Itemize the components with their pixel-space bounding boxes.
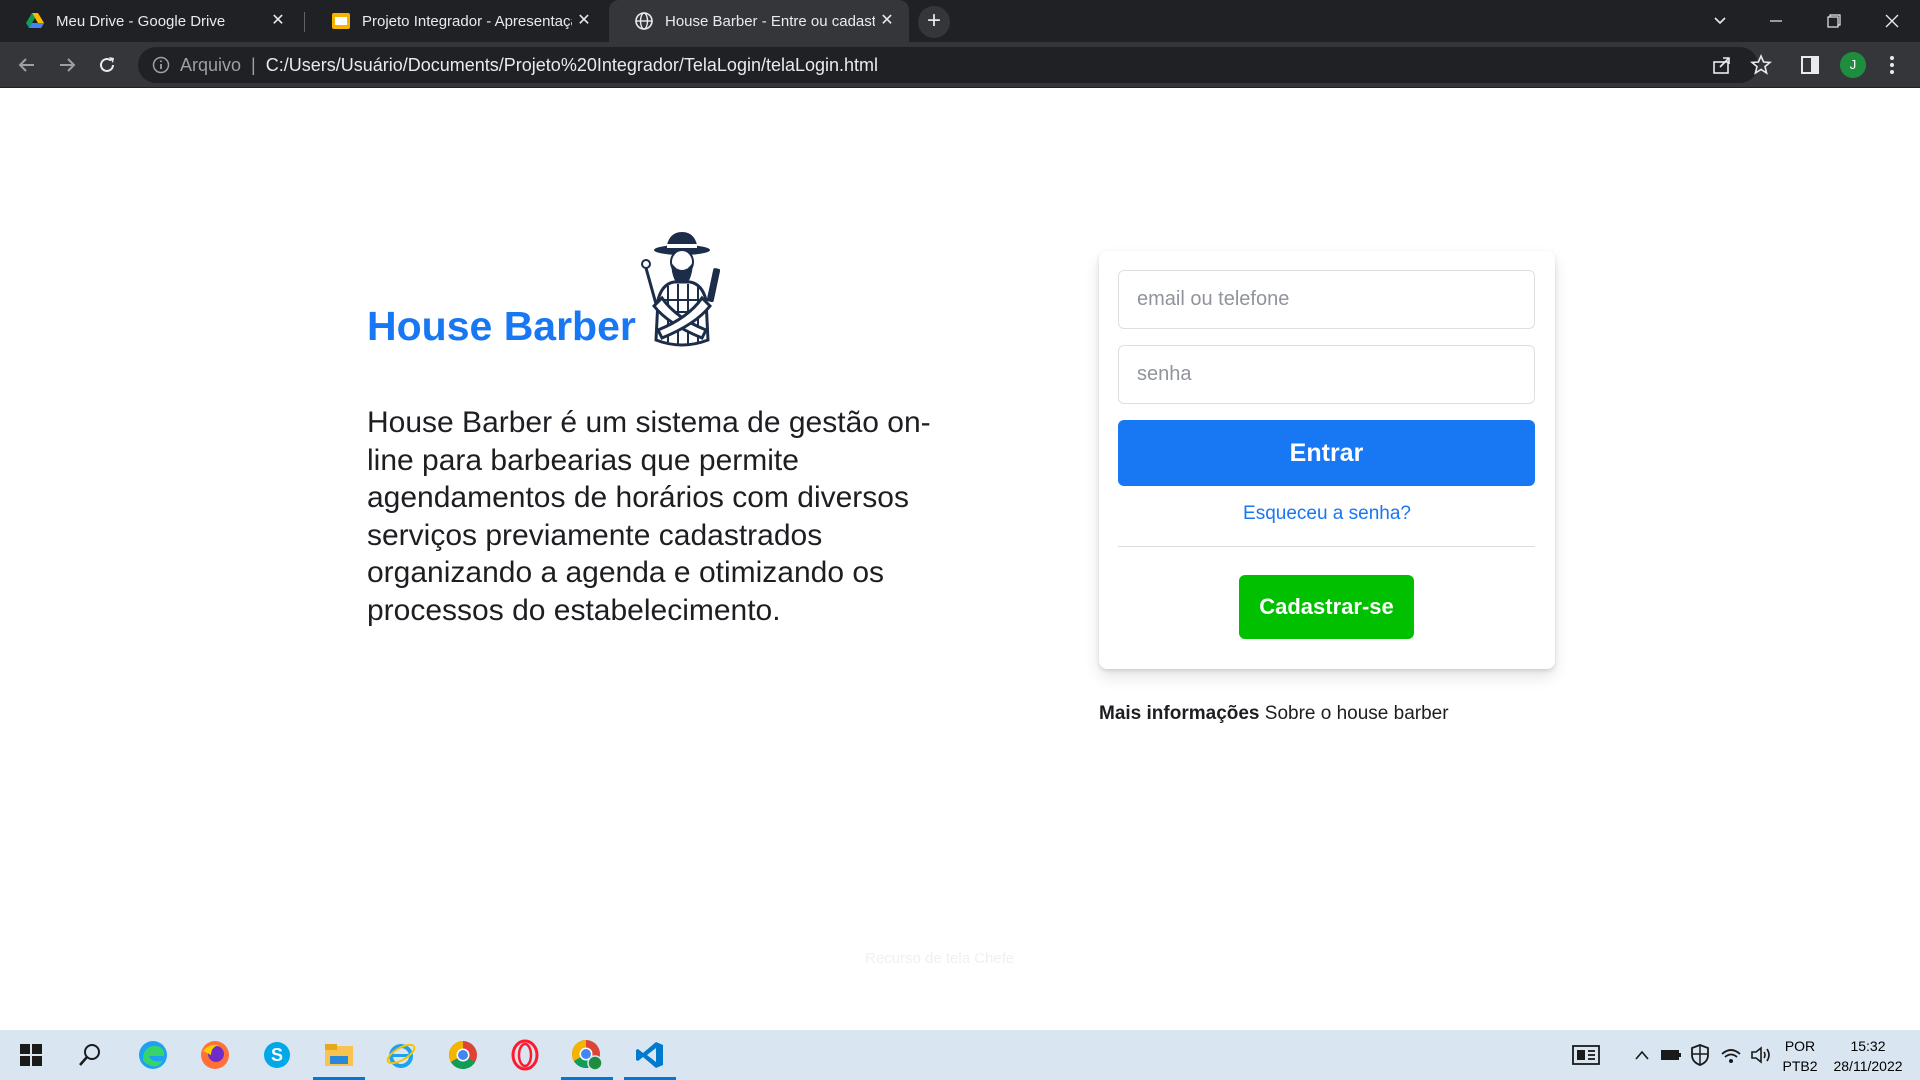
shield-icon [1691,1044,1709,1066]
minimize-button[interactable] [1748,0,1804,42]
tab-title: Projeto Integrador - Apresentação [362,12,572,30]
skype-icon: S [264,1042,290,1068]
taskbar-skype[interactable]: S [249,1030,305,1080]
profile-avatar[interactable]: J [1840,52,1866,78]
arrow-right-icon [60,58,76,72]
tray-overflow[interactable] [1634,1044,1650,1066]
star-icon[interactable] [1750,54,1772,76]
side-panel-icon[interactable] [1800,55,1820,75]
edge-icon [139,1041,167,1069]
more-info-link[interactable]: Sobre o house barber [1265,703,1449,724]
address-separator: | [251,54,256,75]
back-button[interactable] [13,51,41,79]
address-scheme-label: Arquivo [180,54,242,75]
keyboard-layout: PTB2 [1782,1058,1818,1074]
more-info-label: Mais informações [1099,703,1260,724]
bearded-barber-logo-icon [640,232,720,347]
brand-header: House Barber [367,228,724,354]
brand-title: House Barber [367,303,636,349]
divider [1118,546,1535,547]
input-language[interactable]: POR PTB2 [1780,1036,1820,1076]
taskbar-edge[interactable] [125,1030,181,1080]
address-bar[interactable]: Arquivo | C:/Users/Usuário/Documents/Pro… [138,47,1772,83]
info-icon[interactable] [152,56,170,74]
tab-title: Meu Drive - Google Drive [56,12,226,30]
windows-taskbar: S POR PTB2 15:32 28/11/2022 [0,1030,1920,1080]
google-slides-icon [332,13,350,29]
taskbar-internet-explorer[interactable] [373,1030,429,1080]
close-tab-icon[interactable]: ✕ [268,11,288,31]
firefox-icon [201,1041,229,1069]
tab-search-button[interactable] [1692,0,1748,42]
password-input[interactable] [1118,345,1535,404]
chevron-down-icon [1714,17,1726,25]
email-input[interactable] [1118,270,1535,329]
arrow-left-icon [18,58,34,72]
opera-icon [511,1039,539,1071]
vscode-icon [636,1042,663,1068]
globe-icon [635,12,653,30]
tray-volume[interactable] [1750,1044,1772,1066]
wifi-icon [1721,1049,1741,1063]
kebab-menu-icon[interactable] [1884,54,1900,76]
tab-google-drive[interactable]: Meu Drive - Google Drive ✕ [0,0,300,42]
internet-explorer-icon [386,1043,416,1068]
tray-battery[interactable] [1660,1044,1682,1066]
browser-toolbar: Arquivo | C:/Users/Usuário/Documents/Pro… [0,42,1920,88]
share-icon[interactable] [1711,54,1733,76]
close-window-button[interactable] [1864,0,1920,42]
restore-button[interactable] [1806,0,1862,42]
tray-news[interactable] [1572,1044,1600,1066]
language-code: POR [1784,1038,1816,1054]
taskbar-file-explorer[interactable] [311,1030,367,1080]
clock-date: 28/11/2022 [1833,1058,1903,1074]
browser-tab-strip: Meu Drive - Google Drive ✕ Projeto Integ… [0,0,1920,42]
tab-house-barber[interactable]: House Barber - Entre ou cadastre-se ✕ [609,0,909,42]
search-icon [79,1044,100,1066]
tray-wifi[interactable] [1720,1044,1742,1066]
chrome-icon [449,1041,477,1069]
signup-button[interactable]: Cadastrar-se [1239,575,1414,639]
tab-projeto-integrador[interactable]: Projeto Integrador - Apresentação ✕ [306,0,606,42]
restore-icon [1827,14,1841,28]
faded-overlay-text: Recurso de tela Chefe [865,950,1015,967]
clock-time: 15:32 [1850,1038,1886,1054]
windows-start-button[interactable] [3,1030,59,1080]
taskbar-chrome-profile[interactable] [559,1030,615,1080]
windows-start-icon [20,1044,42,1066]
taskbar-chrome[interactable] [435,1030,491,1080]
chevron-up-icon [1635,1050,1649,1060]
more-info: Mais informações Sobre o house barber [1099,703,1449,725]
tray-security[interactable] [1690,1044,1710,1066]
login-button[interactable]: Entrar [1118,420,1535,486]
news-icon [1572,1045,1600,1065]
tab-separator [304,12,305,32]
google-drive-icon [26,13,44,28]
login-card: Entrar Esqueceu a senha? Cadastrar-se [1099,251,1555,669]
forgot-password-link[interactable]: Esqueceu a senha? [1099,503,1555,525]
svg-text:S: S [271,1045,283,1065]
reload-button[interactable] [93,51,121,79]
product-description: House Barber é um sistema de gestão on-l… [367,406,931,627]
taskbar-firefox[interactable] [187,1030,243,1080]
tab-title: House Barber - Entre ou cadastre-se [665,12,875,30]
close-tab-icon[interactable]: ✕ [877,11,897,31]
taskbar-search[interactable] [62,1030,118,1080]
clock[interactable]: 15:32 28/11/2022 [1826,1036,1910,1076]
taskbar-opera[interactable] [497,1030,553,1080]
forward-button[interactable] [53,51,81,79]
close-icon [1885,14,1899,28]
speaker-icon [1751,1046,1770,1064]
close-tab-icon[interactable]: ✕ [574,11,594,31]
reload-icon [100,57,114,72]
new-tab-button[interactable]: + [918,6,950,38]
address-url[interactable]: C:/Users/Usuário/Documents/Projeto%20Int… [266,55,878,76]
chrome-profile-icon [572,1040,603,1071]
file-explorer-icon [325,1044,353,1066]
minimize-icon [1770,20,1782,22]
battery-icon [1661,1050,1681,1060]
taskbar-vscode[interactable] [622,1030,678,1080]
